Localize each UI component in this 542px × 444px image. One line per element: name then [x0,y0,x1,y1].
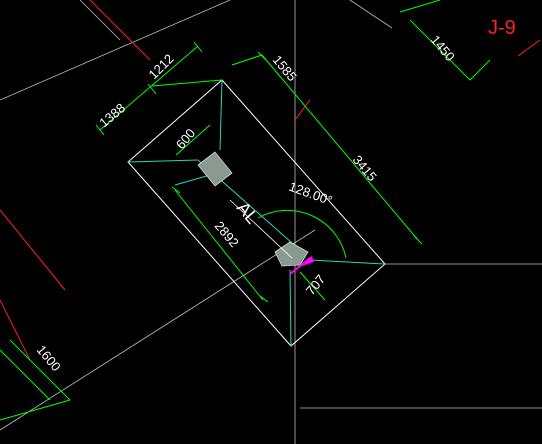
canvas-background [0,0,542,444]
cad-drawing-canvas[interactable]: 1212 1388 1585 600 3415 2892 707 1450 16… [0,0,542,444]
grid-label: J-9 [488,17,516,39]
